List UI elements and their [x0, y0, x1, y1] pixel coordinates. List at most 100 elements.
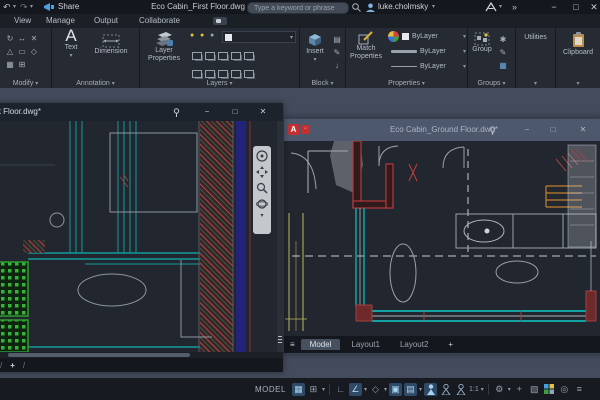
app-minimize-button[interactable]: − — [546, 0, 562, 14]
pan-icon[interactable] — [256, 166, 268, 178]
modify-mirror-icon[interactable]: △ — [4, 47, 16, 57]
layer-tool-icon[interactable] — [231, 70, 241, 78]
block-attributes-icon[interactable]: ↓ — [331, 61, 343, 71]
dimension-button[interactable]: Dimension — [88, 34, 134, 56]
tab-model[interactable]: Model — [301, 339, 341, 350]
window-first-floor[interactable]: Eco Cabin_First Floor.dwg* − □ ✕ — [0, 103, 283, 372]
annotation-scale-caret-icon[interactable]: ▾ — [481, 386, 484, 393]
panel-label-utilities[interactable]: ▾ — [516, 80, 555, 87]
annotation-scale-value[interactable]: 1:1 — [469, 386, 479, 393]
app-restore-button[interactable]: □ — [568, 0, 584, 14]
search-input[interactable] — [252, 4, 348, 14]
share-icon[interactable] — [44, 3, 54, 11]
layer-tool-icon[interactable] — [244, 70, 254, 78]
layer-tool-icon[interactable] — [218, 52, 228, 60]
search-icon[interactable] — [352, 3, 361, 12]
ortho-icon[interactable]: ∟ — [334, 383, 347, 396]
pin-icon[interactable] — [488, 126, 502, 135]
tab-layout1[interactable]: Layout1 — [342, 339, 388, 350]
crosshair-icon[interactable]: + — [513, 383, 526, 396]
overflow-chevrons-icon[interactable]: » — [512, 0, 517, 14]
model-space-label[interactable]: MODEL — [255, 385, 286, 394]
window-minimize-button[interactable]: − — [200, 103, 214, 121]
signed-in-user[interactable]: luke.cholmsky — [378, 0, 428, 14]
undo-caret-icon[interactable]: ▾ — [13, 0, 16, 14]
workspace-caret-icon[interactable]: ▾ — [508, 386, 511, 393]
app-close-button[interactable]: ✕ — [586, 0, 600, 14]
undo-icon[interactable]: ↶ — [3, 0, 11, 14]
scrollbar-menu-icon[interactable] — [277, 334, 283, 344]
tab-layout2[interactable]: Layout2 — [391, 339, 437, 350]
hardware-acceleration-icon[interactable] — [543, 383, 556, 396]
redo-icon[interactable]: ↷ — [20, 0, 28, 14]
panel-label-modify[interactable]: Modify ▾ — [0, 80, 51, 87]
ungroup-icon[interactable]: ✱ — [497, 35, 509, 45]
modify-rotate-icon[interactable]: ↻ — [4, 34, 16, 44]
workspace-gear-icon[interactable]: ⚙ — [493, 383, 506, 396]
utilities-button[interactable]: Utilities — [516, 28, 555, 41]
modify-offset-icon[interactable]: ▭ — [16, 47, 28, 57]
modify-array-icon[interactable]: ▦ — [4, 60, 16, 70]
first-floor-canvas[interactable]: ▾ — [0, 121, 283, 352]
panel-label-layers[interactable]: Layers ▾ — [140, 80, 299, 87]
snap-icon[interactable]: ⊞ — [307, 383, 320, 396]
create-block-icon[interactable]: ▤ — [331, 35, 343, 45]
clipboard-button[interactable]: Clipboard — [556, 28, 600, 56]
layout-menu-icon[interactable]: ≡ — [290, 340, 295, 349]
modify-erase-icon[interactable]: ✕ — [28, 34, 40, 44]
edit-block-icon[interactable]: ✎ — [331, 48, 343, 58]
panel-label-annotation[interactable]: Annotation ▾ — [52, 80, 139, 87]
zoom-icon[interactable] — [256, 182, 268, 194]
layer-tool-icon[interactable] — [192, 70, 202, 78]
orbit-icon[interactable] — [256, 198, 268, 210]
ground-floor-canvas[interactable] — [284, 141, 600, 336]
window-restore-button[interactable]: □ — [546, 119, 560, 141]
match-properties-button[interactable]: Match Properties — [348, 31, 384, 61]
layer-tool-icon[interactable] — [205, 52, 215, 60]
window-ground-floor-titlebar[interactable]: A◦ Eco Cabin_Ground Floor.dwg* − □ ✕ — [284, 119, 600, 141]
window-restore-button[interactable]: □ — [228, 103, 242, 121]
isodraft-caret-icon[interactable]: ▾ — [384, 386, 387, 393]
panel-label-groups[interactable]: Groups ▾ — [468, 80, 515, 87]
insert-block-button[interactable]: Insert▾ — [302, 32, 328, 64]
lineweight-dropdown[interactable]: ByLayer ▾ — [388, 46, 466, 57]
layer-tool-icon[interactable] — [218, 70, 228, 78]
layer-properties-button[interactable]: Layer Properties — [142, 31, 186, 63]
redo-caret-icon[interactable]: ▾ — [30, 0, 33, 14]
scrollbar-thumb[interactable] — [8, 353, 190, 357]
polar-caret-icon[interactable]: ▾ — [364, 386, 367, 393]
snap-caret-icon[interactable]: ▾ — [322, 386, 325, 393]
isodraft-icon[interactable]: ◇ — [369, 383, 382, 396]
modify-fillet-icon[interactable]: ◇ — [28, 47, 40, 57]
new-layout-button[interactable]: + — [439, 339, 462, 350]
panel-label-block[interactable]: Block ▾ — [300, 80, 345, 87]
customize-icon[interactable]: ≡ — [573, 383, 586, 396]
window-minimize-button[interactable]: − — [520, 119, 534, 141]
layer-tool-icon[interactable] — [244, 52, 254, 60]
panel-label-clipboard[interactable]: ▾ — [556, 80, 600, 87]
grid-icon[interactable]: ▦ — [292, 383, 305, 396]
modify-move-icon[interactable]: ↔ — [16, 34, 28, 44]
object-color-dropdown[interactable]: ByLayer ▾ — [388, 31, 466, 42]
group-button[interactable]: Group — [470, 32, 494, 54]
search-box[interactable] — [247, 2, 349, 14]
share-button[interactable]: Share — [58, 0, 79, 14]
steering-wheel-icon[interactable] — [256, 150, 268, 162]
layer-dropdown[interactable]: ▾ — [222, 31, 296, 43]
graphics-performance-icon[interactable]: ▧ — [528, 383, 541, 396]
group-edit-icon[interactable]: ✎ — [497, 48, 509, 58]
navigation-bar[interactable]: ▾ — [253, 146, 271, 234]
help-caret-icon[interactable]: ▾ — [499, 0, 502, 14]
panel-label-properties[interactable]: Properties ▾ — [346, 80, 467, 87]
layer-tool-icon[interactable] — [231, 52, 241, 60]
layer-on-bulb-icon[interactable]: ● — [190, 32, 194, 39]
isolate-objects-icon[interactable]: ◎ — [558, 383, 571, 396]
featured-apps-icon[interactable] — [213, 17, 227, 25]
layer-lock-icon[interactable]: ● — [210, 32, 214, 39]
window-ground-floor[interactable]: A◦ Eco Cabin_Ground Floor.dwg* − □ ✕ — [283, 118, 600, 354]
tab-output[interactable]: Output — [90, 14, 122, 28]
layer-tool-icon[interactable] — [192, 52, 202, 60]
linetype-dropdown[interactable]: ByLayer ▾ — [388, 61, 466, 72]
modify-trim-icon[interactable]: ⊞ — [16, 60, 28, 70]
group-selection-icon[interactable]: ▦ — [497, 61, 509, 71]
